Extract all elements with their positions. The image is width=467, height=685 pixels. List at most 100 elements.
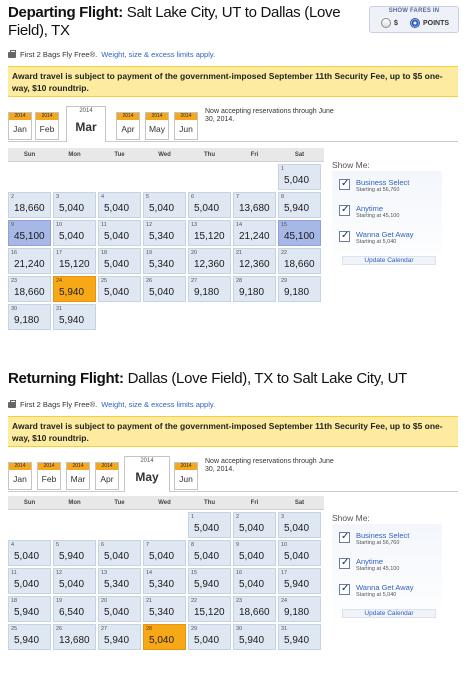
calendar-day-cell[interactable]: 23 18,660 <box>8 276 51 302</box>
calendar-day-cell[interactable]: 5 5,040 <box>143 192 186 218</box>
calendar-day-cell[interactable]: 13 15,120 <box>188 220 231 246</box>
tab-month-mar[interactable]: 2014 Mar <box>66 106 106 142</box>
calendar-day-cell[interactable]: 14 21,240 <box>233 220 276 246</box>
bags-limits-link[interactable]: Weight, size & excess limits apply. <box>101 50 215 59</box>
returning-month-tabs: 2014 Jan 2014 Feb 2014 Mar 2014 Apr 2014… <box>8 456 458 492</box>
calendar-day-cell[interactable]: 13 5,340 <box>98 568 141 594</box>
calendar-day-cell[interactable]: 31 5,940 <box>53 304 96 330</box>
calendar-day-cell[interactable]: 22 15,120 <box>188 596 231 622</box>
anytime-checkbox[interactable] <box>339 204 350 216</box>
calendar-day-cell[interactable]: 16 5,040 <box>233 568 276 594</box>
day-number: 27 <box>101 626 108 632</box>
calendar-day-cell[interactable]: 28 5,040 <box>143 624 186 650</box>
day-number: 19 <box>56 598 63 604</box>
calendar-day-cell[interactable]: 24 9,180 <box>278 596 321 622</box>
calendar-day-cell[interactable]: 15 5,940 <box>188 568 231 594</box>
calendar-day-cell[interactable]: 19 5,340 <box>143 248 186 274</box>
calendar-day-cell[interactable]: 1 5,040 <box>278 164 321 190</box>
points-label: POINTS <box>423 19 450 27</box>
calendar-day-cell[interactable]: 10 5,040 <box>278 540 321 566</box>
anytime-checkbox[interactable] <box>339 557 350 569</box>
calendar-day-cell[interactable]: 10 5,040 <box>53 220 96 246</box>
calendar-day-cell[interactable]: 4 5,040 <box>98 192 141 218</box>
calendar-day-cell[interactable]: 1 5,040 <box>188 512 231 538</box>
fares-in-points-option[interactable]: POINTS <box>410 18 449 28</box>
tab-month-apr[interactable]: 2014 Apr <box>116 112 140 140</box>
tab-month-jun[interactable]: 2014 Jun <box>174 462 198 490</box>
calendar-day-cell[interactable]: 3 5,040 <box>53 192 96 218</box>
calendar-day-cell[interactable]: 14 5,340 <box>143 568 186 594</box>
calendar-day-cell[interactable]: 6 5,040 <box>188 192 231 218</box>
tab-month-jun[interactable]: 2014 Jun <box>174 112 198 140</box>
calendar-day-cell[interactable]: 12 5,040 <box>53 568 96 594</box>
tab-month-apr[interactable]: 2014 Apr <box>95 462 119 490</box>
calendar-day-cell[interactable]: 20 5,040 <box>98 596 141 622</box>
calendar-day-cell[interactable]: 29 9,180 <box>278 276 321 302</box>
dollars-radio[interactable] <box>381 18 391 28</box>
tab-year: 2014 <box>125 457 169 466</box>
wanna-get-away-checkbox[interactable] <box>339 230 350 242</box>
tab-month-jan[interactable]: 2014 Jan <box>8 462 32 490</box>
update-calendar-button[interactable]: Update Calendar <box>342 609 436 618</box>
points-radio[interactable] <box>410 18 420 28</box>
calendar-day-cell[interactable]: 6 5,040 <box>98 540 141 566</box>
calendar-day-cell[interactable]: 11 5,040 <box>98 220 141 246</box>
tab-month-feb[interactable]: 2014 Feb <box>37 462 61 490</box>
wanna-get-away-checkbox[interactable] <box>339 583 350 595</box>
tab-month-feb[interactable]: 2014 Feb <box>35 112 59 140</box>
calendar-day-cell[interactable]: 17 5,940 <box>278 568 321 594</box>
calendar-day-cell[interactable]: 11 5,040 <box>8 568 51 594</box>
calendar-day-cell[interactable]: 2 5,040 <box>233 512 276 538</box>
calendar-day-cell[interactable]: 25 5,040 <box>98 276 141 302</box>
calendar-day-cell[interactable]: 28 9,180 <box>233 276 276 302</box>
calendar-day-cell[interactable]: 19 6,540 <box>53 596 96 622</box>
fare-points: 21,240 <box>14 259 45 270</box>
calendar-day-cell[interactable]: 4 5,040 <box>8 540 51 566</box>
calendar-day-cell[interactable]: 31 5,940 <box>278 624 321 650</box>
day-number: 28 <box>146 626 153 632</box>
calendar-day-cell[interactable]: 5 5,940 <box>53 540 96 566</box>
calendar-day-cell[interactable]: 18 5,040 <box>98 248 141 274</box>
calendar-day-cell[interactable]: 15 45,100 <box>278 220 321 246</box>
day-number: 10 <box>281 542 288 548</box>
day-number: 30 <box>236 626 243 632</box>
calendar-day-cell[interactable]: 8 5,940 <box>278 192 321 218</box>
calendar-day-cell[interactable]: 27 5,940 <box>98 624 141 650</box>
calendar-day-cell[interactable]: 24 5,940 <box>53 276 96 302</box>
tab-month-may[interactable]: 2014 May <box>145 112 169 140</box>
day-number: 7 <box>146 542 150 548</box>
calendar-day-cell[interactable]: 7 5,040 <box>143 540 186 566</box>
calendar-day-cell[interactable]: 26 5,040 <box>143 276 186 302</box>
tab-month-mar[interactable]: 2014 Mar <box>66 462 90 490</box>
calendar-day-cell[interactable]: 17 15,120 <box>53 248 96 274</box>
calendar-day-cell[interactable]: 26 13,680 <box>53 624 96 650</box>
calendar-day-cell[interactable]: 30 5,940 <box>233 624 276 650</box>
calendar-day-cell[interactable]: 9 45,100 <box>8 220 51 246</box>
calendar-day-cell[interactable]: 20 12,360 <box>188 248 231 274</box>
update-calendar-button[interactable]: Update Calendar <box>342 256 436 265</box>
calendar-day-cell[interactable]: 23 18,660 <box>233 596 276 622</box>
calendar-day-cell[interactable]: 2 18,660 <box>8 192 51 218</box>
business-select-checkbox[interactable] <box>339 178 350 190</box>
calendar-day-cell[interactable]: 21 12,360 <box>233 248 276 274</box>
calendar-day-cell[interactable]: 27 9,180 <box>188 276 231 302</box>
calendar-day-cell[interactable]: 22 18,660 <box>278 248 321 274</box>
show-fares-toggle: SHOW FARES IN $ POINTS <box>369 6 459 33</box>
tab-month-may[interactable]: 2014 May <box>124 456 170 492</box>
calendar-day-cell[interactable]: 9 5,040 <box>233 540 276 566</box>
calendar-day-cell[interactable]: 29 5,040 <box>188 624 231 650</box>
calendar-day-cell[interactable]: 16 21,240 <box>8 248 51 274</box>
bags-limits-link[interactable]: Weight, size & excess limits apply. <box>101 400 215 409</box>
calendar-day-cell[interactable]: 3 5,040 <box>278 512 321 538</box>
calendar-day-cell[interactable]: 21 5,340 <box>143 596 186 622</box>
returning-route: Dallas (Love Field), TX to Salt Lake Cit… <box>127 370 408 387</box>
calendar-day-cell[interactable]: 7 13,680 <box>233 192 276 218</box>
calendar-day-cell[interactable]: 30 9,180 <box>8 304 51 330</box>
calendar-day-cell[interactable]: 18 5,940 <box>8 596 51 622</box>
tab-month-jan[interactable]: 2014 Jan <box>8 112 32 140</box>
business-select-checkbox[interactable] <box>339 531 350 543</box>
calendar-day-cell[interactable]: 8 5,040 <box>188 540 231 566</box>
calendar-day-cell[interactable]: 25 5,940 <box>8 624 51 650</box>
calendar-day-cell[interactable]: 12 5,340 <box>143 220 186 246</box>
fares-in-dollars-option[interactable]: $ <box>381 18 398 28</box>
